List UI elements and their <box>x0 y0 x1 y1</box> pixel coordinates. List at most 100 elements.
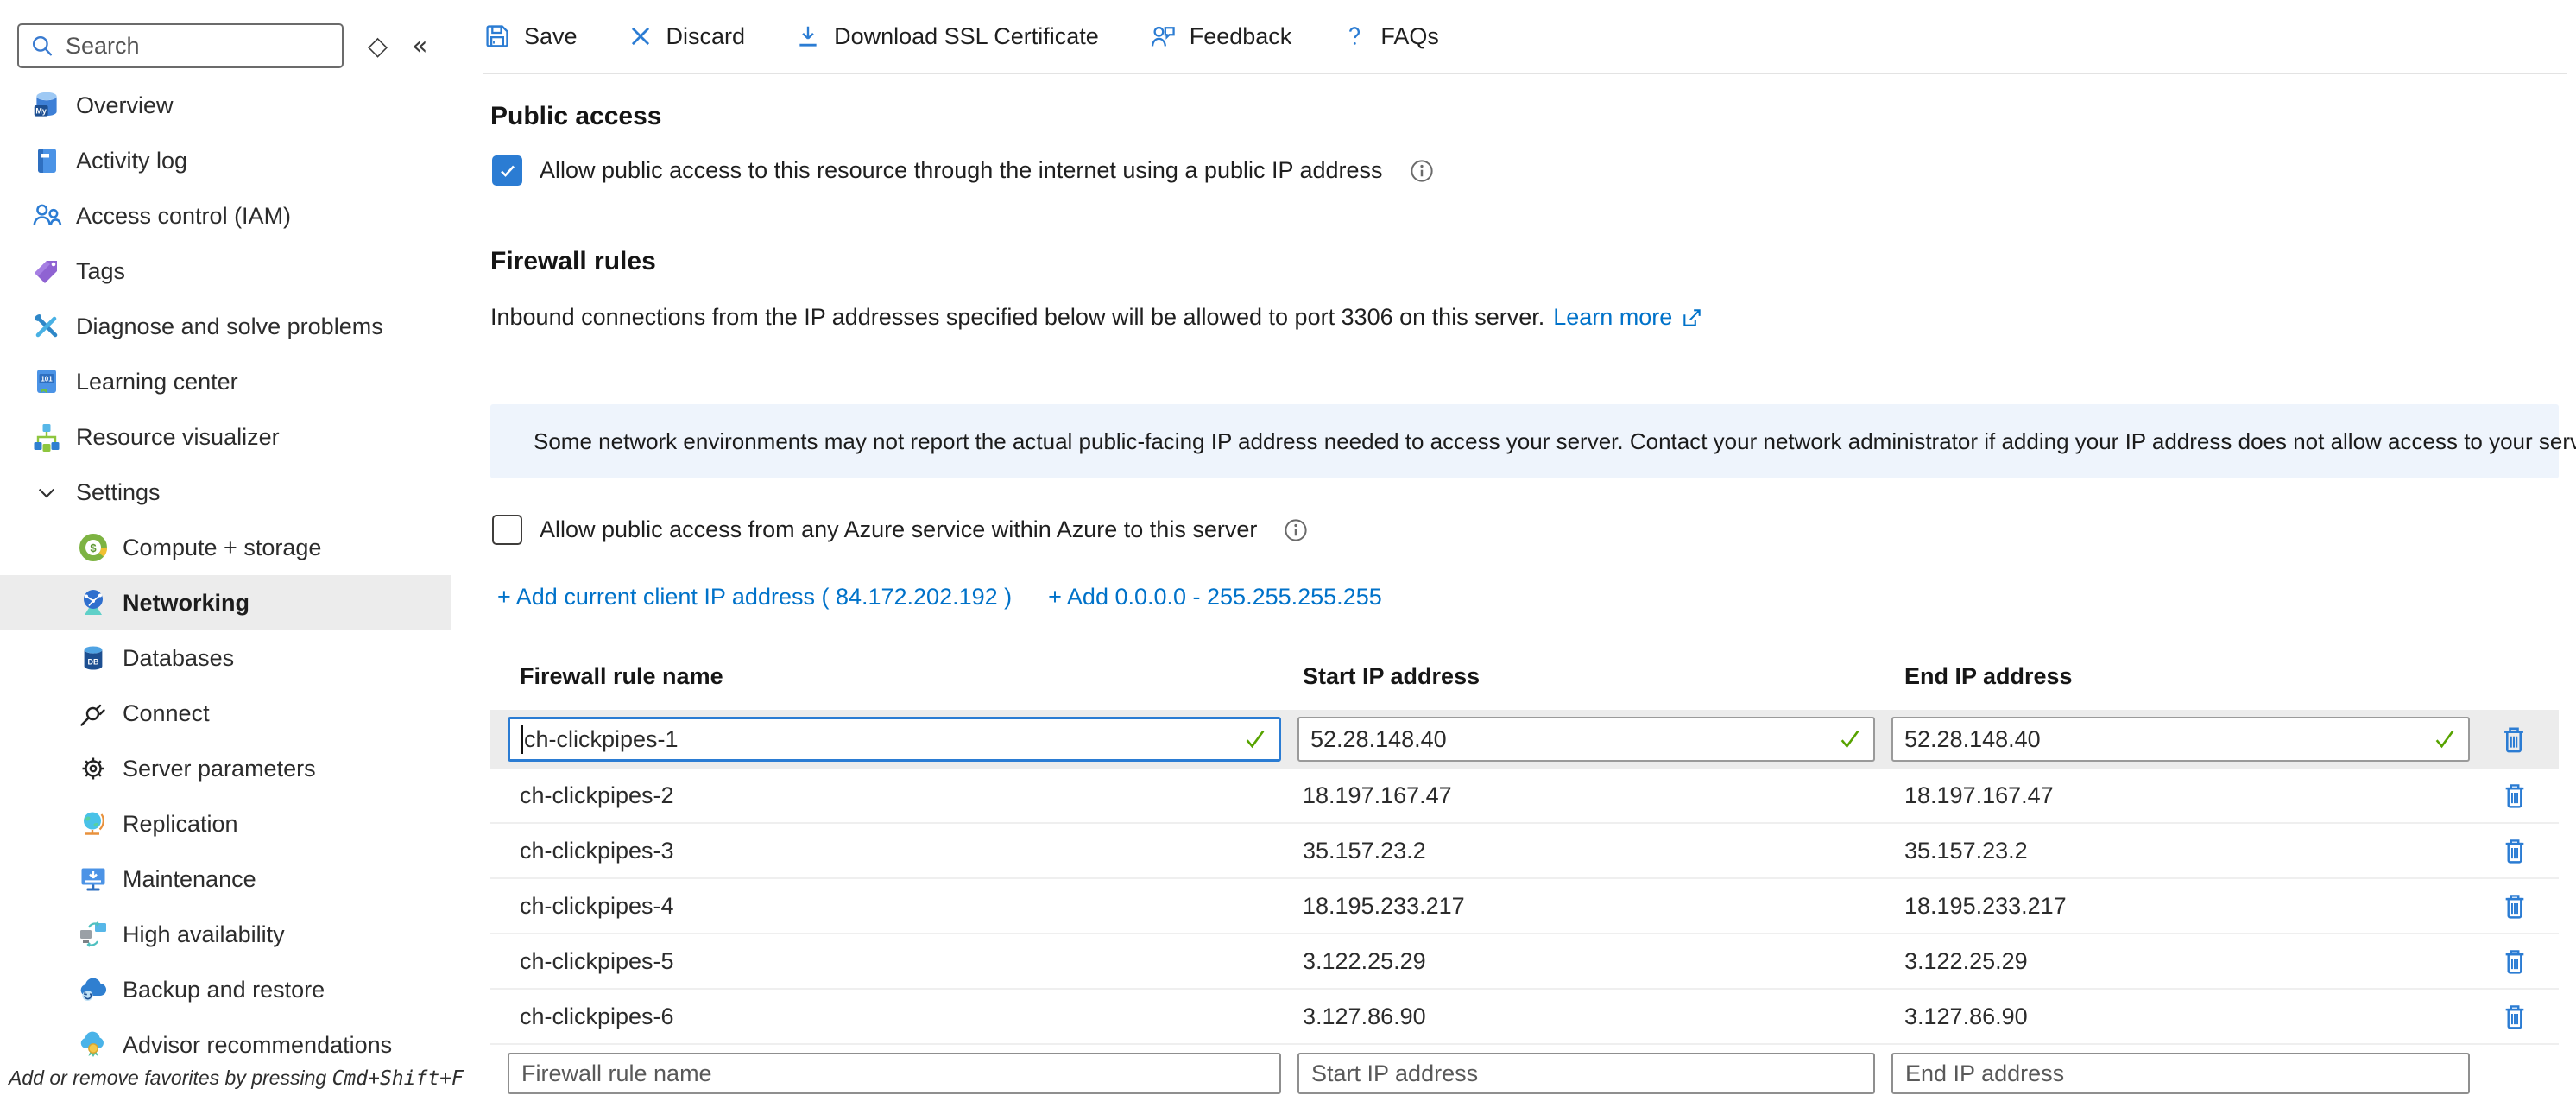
sidebar-item-compute-storage[interactable]: $ Compute + storage <box>0 520 451 575</box>
new-end-ip-input[interactable] <box>1891 1053 2470 1094</box>
checkmark-icon <box>497 161 518 181</box>
public-access-checkbox[interactable] <box>492 155 522 186</box>
firewall-rule-row: ch-clickpipes-5 3.122.25.29 3.122.25.29 <box>490 934 2559 990</box>
sidebar-item-databases[interactable]: DB Databases <box>0 630 451 686</box>
save-label: Save <box>524 23 578 50</box>
save-button[interactable]: Save <box>483 22 578 50</box>
sidebar-item-networking[interactable]: Networking <box>0 575 451 630</box>
delete-rule-button[interactable] <box>2498 722 2529 756</box>
rule-start-ip: 3.127.86.90 <box>1303 1003 1904 1030</box>
sidebar-item-label: High availability <box>123 921 285 948</box>
download-icon <box>795 23 821 49</box>
feedback-label: Feedback <box>1190 23 1292 50</box>
activity-log-icon <box>29 143 64 178</box>
diagnose-tools-icon <box>29 309 64 344</box>
info-icon[interactable] <box>1283 517 1309 543</box>
firewall-rules-description: Inbound connections from the IP addresse… <box>490 304 1544 331</box>
sidebar-item-label: Replication <box>123 811 238 838</box>
end-ip-value: 52.28.148.40 <box>1904 726 2041 753</box>
svg-text:My: My <box>35 107 46 116</box>
learn-more-link[interactable]: Learn more <box>1553 304 1672 331</box>
sidebar-item-learning-center[interactable]: 101 Learning center <box>0 354 451 409</box>
sidebar-item-backup-restore[interactable]: Backup and restore <box>0 962 451 1017</box>
sidebar-item-advisor-recommendations[interactable]: Advisor recommendations <box>0 1017 451 1073</box>
info-icon[interactable] <box>1409 158 1435 184</box>
rule-name: ch-clickpipes-3 <box>520 838 1303 864</box>
sidebar-item-access-control[interactable]: Access control (IAM) <box>0 188 451 244</box>
sidebar-item-replication[interactable]: Replication <box>0 796 451 851</box>
delete-rule-button[interactable] <box>2500 834 2559 867</box>
sidebar-item-settings[interactable]: Settings <box>0 465 451 520</box>
advisor-cloud-icon <box>76 1028 110 1062</box>
sidebar-item-activity-log[interactable]: Activity log <box>0 133 451 188</box>
new-start-ip-input[interactable] <box>1297 1053 1875 1094</box>
sidebar-item-label: Databases <box>123 645 234 672</box>
favorites-shortcut: Cmd+Shift+F <box>332 1067 464 1090</box>
access-control-icon <box>29 199 64 233</box>
svg-text:$: $ <box>90 541 97 554</box>
valid-check-icon <box>1838 727 1862 751</box>
add-client-ip-link[interactable]: + Add current client IP address ( 84.172… <box>497 584 1012 611</box>
faqs-button[interactable]: FAQs <box>1342 23 1439 50</box>
firewall-rule-row: ch-clickpipes-4 18.195.233.217 18.195.23… <box>490 879 2559 934</box>
sidebar-item-label: Diagnose and solve problems <box>76 313 383 340</box>
firewall-table-header: Firewall rule name Start IP address End … <box>490 663 2559 710</box>
trash-icon <box>2500 1000 2529 1033</box>
sidebar-item-label: Maintenance <box>123 866 256 893</box>
rule-start-ip: 3.122.25.29 <box>1303 948 1904 975</box>
sidebar-item-maintenance[interactable]: Maintenance <box>0 851 451 907</box>
public-access-checkbox-label: Allow public access to this resource thr… <box>540 157 1383 184</box>
start-ip-value: 52.28.148.40 <box>1310 726 1447 753</box>
learning-book-icon: 101 <box>29 364 64 399</box>
rule-name: ch-clickpipes-4 <box>520 893 1303 920</box>
delete-rule-button[interactable] <box>2500 945 2559 978</box>
delete-rule-button[interactable] <box>2500 889 2559 922</box>
start-ip-input[interactable]: 52.28.148.40 <box>1297 717 1875 762</box>
download-ssl-certificate-button[interactable]: Download SSL Certificate <box>795 23 1099 50</box>
sidebar-item-overview[interactable]: My Overview <box>0 78 451 133</box>
resize-diamond-icon[interactable]: ◇ <box>368 31 388 61</box>
save-icon <box>483 22 511 50</box>
add-all-ips-link[interactable]: + Add 0.0.0.0 - 255.255.255.255 <box>1048 584 1382 611</box>
feedback-icon <box>1149 22 1177 50</box>
new-rule-name-input[interactable] <box>508 1053 1281 1094</box>
sidebar-item-label: Backup and restore <box>123 977 325 1003</box>
sidebar-item-label: Resource visualizer <box>76 424 280 451</box>
feedback-button[interactable]: Feedback <box>1149 22 1292 50</box>
high-availability-icon <box>76 917 110 952</box>
sidebar-item-label: Activity log <box>76 148 187 174</box>
rule-start-ip: 18.195.233.217 <box>1303 893 1904 920</box>
firewall-rules-heading: Firewall rules <box>490 247 656 276</box>
rule-name-value: ch-clickpipes-1 <box>524 726 679 753</box>
sidebar-item-server-parameters[interactable]: Server parameters <box>0 741 451 796</box>
delete-rule-button[interactable] <box>2500 1000 2559 1033</box>
rule-end-ip: 3.122.25.29 <box>1904 948 2500 975</box>
end-ip-input[interactable]: 52.28.148.40 <box>1891 717 2470 762</box>
public-access-heading: Public access <box>490 102 661 131</box>
search-input[interactable]: Search <box>17 23 344 68</box>
info-banner-text: Some network environments may not report… <box>534 428 2576 455</box>
sidebar-item-high-availability[interactable]: High availability <box>0 907 451 962</box>
delete-rule-button[interactable] <box>2500 779 2559 812</box>
rule-end-ip: 35.157.23.2 <box>1904 838 2500 864</box>
trash-icon <box>2500 945 2529 978</box>
sidebar-item-tags[interactable]: Tags <box>0 244 451 299</box>
discard-button[interactable]: Discard <box>628 23 746 50</box>
text-caret <box>521 725 523 754</box>
valid-check-icon <box>1243 727 1267 751</box>
rule-name-input[interactable]: ch-clickpipes-1 <box>508 717 1281 762</box>
replication-globe-icon <box>76 807 110 841</box>
new-firewall-rule-row <box>490 1052 2559 1095</box>
azure-services-checkbox[interactable] <box>492 515 522 545</box>
discard-x-icon <box>628 23 653 49</box>
info-banner: Some network environments may not report… <box>490 404 2559 478</box>
firewall-rule-row: ch-clickpipes-3 35.157.23.2 35.157.23.2 <box>490 824 2559 879</box>
sidebar-item-connect[interactable]: Connect <box>0 686 451 741</box>
sidebar-item-diagnose[interactable]: Diagnose and solve problems <box>0 299 451 354</box>
collapse-sidebar-icon[interactable]: « <box>412 31 427 61</box>
sidebar-item-resource-visualizer[interactable]: Resource visualizer <box>0 409 451 465</box>
backup-cloud-icon <box>76 972 110 1007</box>
sidebar-item-label: Connect <box>123 700 210 727</box>
plug-icon <box>76 696 110 731</box>
resource-tree-icon <box>29 420 64 454</box>
